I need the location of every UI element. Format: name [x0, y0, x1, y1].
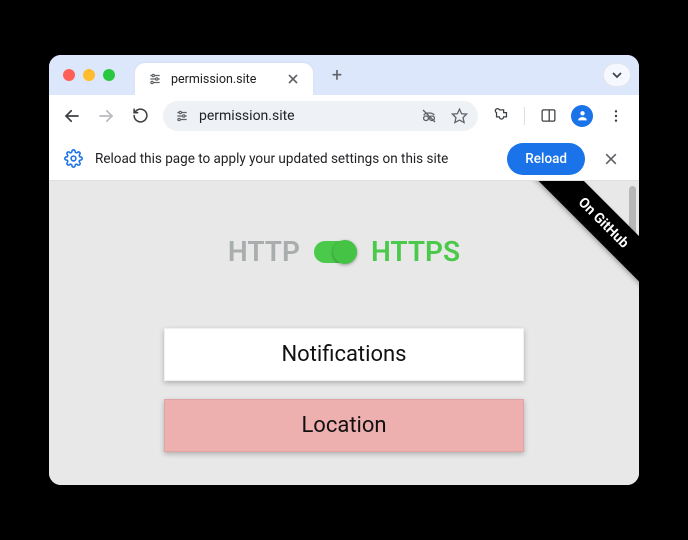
gear-icon [63, 149, 83, 169]
settings-infobar: Reload this page to apply your updated s… [49, 137, 639, 181]
profile-button[interactable] [567, 101, 597, 131]
extensions-button[interactable] [486, 101, 516, 131]
address-bar[interactable]: permission.site [163, 101, 478, 131]
new-tab-button[interactable]: + [323, 61, 351, 89]
separator [524, 107, 525, 125]
toolbar: permission.site [49, 95, 639, 137]
page-viewport: On GitHub HTTP HTTPS Notifications Locat… [49, 181, 639, 485]
window-minimize-button[interactable] [83, 69, 95, 81]
infobar-reload-button[interactable]: Reload [507, 143, 585, 175]
protocol-toggle[interactable] [314, 241, 357, 263]
title-bar: permission.site + [49, 55, 639, 95]
tune-icon [147, 71, 163, 87]
card-label: Notifications [281, 342, 406, 367]
location-button[interactable]: Location [164, 399, 524, 452]
bookmark-star-icon[interactable] [446, 103, 472, 129]
browser-tab[interactable]: permission.site [135, 63, 313, 95]
tab-title: permission.site [171, 72, 277, 87]
card-label: Location [301, 413, 386, 438]
https-label[interactable]: HTTPS [371, 235, 460, 268]
forward-button[interactable] [91, 101, 121, 131]
tab-close-button[interactable] [285, 71, 301, 87]
browser-window: permission.site + [49, 55, 639, 485]
kebab-menu-button[interactable] [601, 101, 631, 131]
protocol-toggle-row: HTTP HTTPS [69, 235, 619, 268]
back-button[interactable] [57, 101, 87, 131]
tune-icon[interactable] [173, 107, 191, 125]
window-zoom-button[interactable] [103, 69, 115, 81]
tab-search-button[interactable] [603, 63, 631, 87]
side-panel-button[interactable] [533, 101, 563, 131]
incognito-blocked-icon[interactable] [416, 103, 442, 129]
reload-button[interactable] [125, 101, 155, 131]
window-close-button[interactable] [63, 69, 75, 81]
infobar-message: Reload this page to apply your updated s… [95, 151, 495, 167]
traffic-lights [57, 69, 127, 81]
url-text: permission.site [199, 108, 408, 124]
infobar-close-button[interactable] [597, 145, 625, 173]
http-label[interactable]: HTTP [228, 235, 300, 268]
notifications-button[interactable]: Notifications [164, 328, 524, 381]
